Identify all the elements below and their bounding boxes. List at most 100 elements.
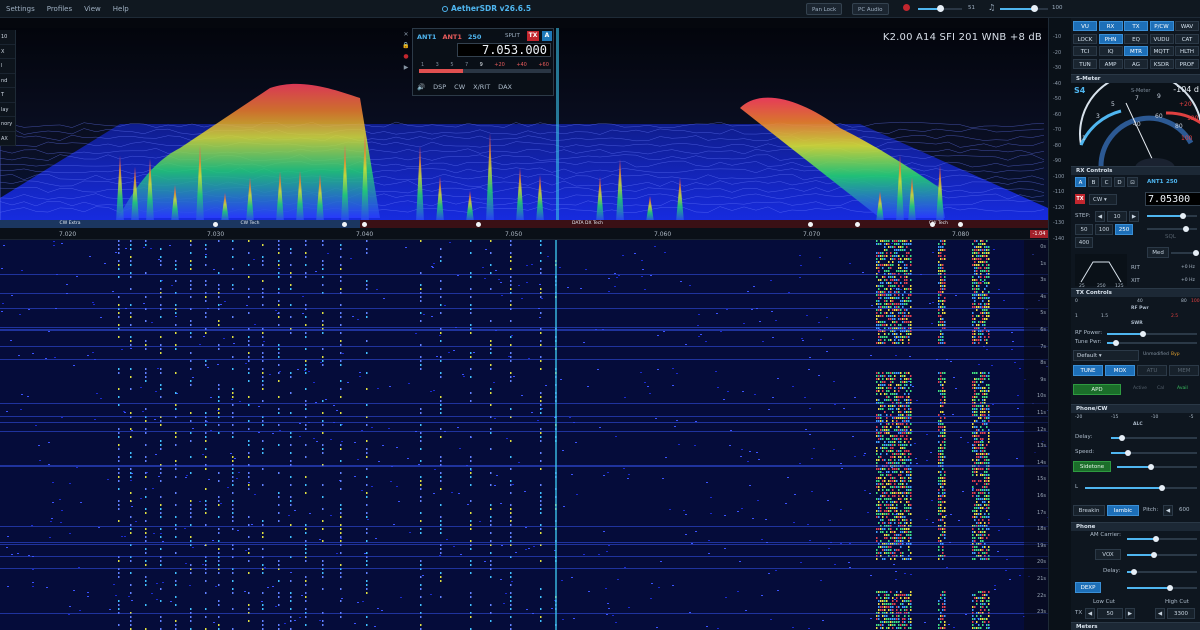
applet-toggle-lock[interactable]: LOCK <box>1073 33 1097 44</box>
left-menu-item[interactable]: T <box>0 88 15 103</box>
applet-toggle-tx[interactable]: TX <box>1124 21 1148 31</box>
filter-400[interactable]: 400 <box>1075 237 1093 248</box>
close-icon[interactable]: ✕ <box>401 31 411 42</box>
cw-delay-slider[interactable] <box>1111 434 1197 441</box>
waterfall[interactable]: 0s 1s 3s 4s 5s 6s 7s 8s 9s 10s 11s 12s 13s 14s 15s 16s 1… <box>0 240 1048 630</box>
filter-width[interactable]: 250 <box>468 33 482 41</box>
vox-level-slider[interactable] <box>1127 551 1197 558</box>
filter-100[interactable]: 100 <box>1095 224 1113 235</box>
tune-button[interactable]: TUNE <box>1073 365 1103 376</box>
xit-label[interactable]: XIT <box>1131 278 1140 284</box>
pc-audio-button[interactable]: PC Audio <box>852 3 889 15</box>
lock-icon[interactable]: 🔒 <box>401 42 411 53</box>
applet-toggle-phn[interactable]: PHN <box>1098 33 1123 44</box>
lock-icon[interactable]: ⊡ <box>1127 177 1138 187</box>
left-menu-item[interactable]: l <box>0 59 15 74</box>
left-menu-item[interactable]: nd <box>0 74 15 88</box>
high-cut-down[interactable]: ◀ <box>1155 608 1165 619</box>
menu-settings[interactable]: Settings <box>0 5 41 13</box>
applet-toggle-pcw[interactable]: P/CW <box>1149 21 1174 31</box>
menu-help[interactable]: Help <box>107 5 135 13</box>
dexp-button[interactable]: DEXP <box>1075 582 1101 593</box>
sidetone-pan-slider[interactable] <box>1085 484 1197 491</box>
rf-power-slider[interactable] <box>1107 330 1197 337</box>
master-volume-slider[interactable] <box>918 5 962 12</box>
pan-lock-button[interactable]: Pan Lock <box>806 3 843 15</box>
applet-toggle-vu[interactable]: VU <box>1073 21 1097 31</box>
left-menu-item[interactable]: X <box>0 45 15 59</box>
tune-power-slider[interactable] <box>1107 339 1197 346</box>
mox-button[interactable]: MOX <box>1105 365 1135 376</box>
applet-toggle-tci[interactable]: TCI <box>1073 46 1097 56</box>
applet-toggle-tun[interactable]: TUN <box>1073 58 1097 69</box>
headphone-icon[interactable]: ♫ <box>988 3 995 12</box>
tab-xrit[interactable]: X/RIT <box>473 83 490 91</box>
low-cut-down[interactable]: ◀ <box>1085 608 1095 619</box>
rit-label[interactable]: RIT <box>1131 265 1140 271</box>
high-cut-value[interactable]: 3300 <box>1167 608 1195 619</box>
rx-frequency[interactable]: 7.05300 <box>1145 192 1200 206</box>
filter-250[interactable]: 250 <box>1115 224 1133 235</box>
tx-indicator[interactable]: TX <box>1075 194 1085 204</box>
cw-speed-slider[interactable] <box>1111 449 1197 456</box>
applet-toggle-mqtt[interactable]: MQTT <box>1149 46 1174 56</box>
am-carrier-slider[interactable] <box>1127 535 1197 542</box>
agc-threshold-slider[interactable] <box>1171 249 1199 256</box>
applet-toggle-prof[interactable]: PROF <box>1175 58 1199 69</box>
split-button[interactable]: SPLIT <box>505 33 520 39</box>
tab-dsp[interactable]: DSP <box>433 83 446 91</box>
tx-antenna[interactable]: ANT1 <box>442 33 461 41</box>
low-cut-value[interactable]: 50 <box>1097 608 1123 619</box>
applet-toggle-ag[interactable]: AG <box>1124 58 1148 69</box>
tab-cw[interactable]: CW <box>454 83 465 91</box>
atu-button[interactable]: ATU <box>1137 365 1167 376</box>
slice-frequency[interactable]: 7.053.000 <box>457 43 551 57</box>
iambic-button[interactable]: Iambic <box>1107 505 1139 516</box>
applet-toggle-wav[interactable]: WAV <box>1175 21 1199 31</box>
frequency-scale[interactable]: 7.020 7.030 7.040 7.050 7.060 7.070 7.08… <box>0 228 1048 240</box>
rx-antenna[interactable]: ANT1 <box>1147 179 1163 185</box>
af-gain-slider[interactable] <box>1147 212 1197 219</box>
slice-b-tab[interactable]: B <box>1088 177 1099 187</box>
applet-toggle-cat[interactable]: CAT <box>1175 33 1199 44</box>
speaker-mute-icon[interactable] <box>903 4 910 11</box>
applet-toggle-amp[interactable]: AMP <box>1098 58 1123 69</box>
pitch-down-button[interactable]: ◀ <box>1163 505 1173 516</box>
tab-dax[interactable]: DAX <box>498 83 512 91</box>
applet-toggle-mtr[interactable]: MTR <box>1124 46 1148 56</box>
sidetone-level-slider[interactable] <box>1117 463 1197 470</box>
speaker-icon[interactable]: 🔊 <box>417 83 425 91</box>
left-menu-item[interactable]: lay <box>0 103 15 117</box>
step-down-button[interactable]: ◀ <box>1095 211 1105 222</box>
rx-antenna[interactable]: ANT1 <box>417 33 436 41</box>
mode-select[interactable]: CW ▾ <box>1089 194 1117 205</box>
sidetone-button[interactable]: Sidetone <box>1073 461 1111 472</box>
applet-toggle-iq[interactable]: IQ <box>1098 46 1123 56</box>
squelch-slider[interactable] <box>1147 225 1197 232</box>
menu-profiles[interactable]: Profiles <box>41 5 78 13</box>
breakin-button[interactable]: Breakin <box>1073 505 1105 516</box>
headphone-volume-slider[interactable] <box>1000 5 1048 12</box>
low-cut-up[interactable]: ▶ <box>1125 608 1135 619</box>
scale-badge[interactable]: -1.04 <box>1030 230 1048 238</box>
filter-50[interactable]: 50 <box>1075 224 1093 235</box>
slice-flag[interactable]: ✕ 🔒 ● ▶ ANT1 ANT1 250 SPLIT TX A 7.053.0… <box>402 28 554 96</box>
vox-button[interactable]: VOX <box>1095 549 1121 560</box>
bypass-label[interactable]: Byp <box>1171 352 1180 357</box>
left-menu-item[interactable]: AX <box>0 132 15 146</box>
vox-delay-slider[interactable] <box>1127 568 1197 575</box>
applet-toggle-eq[interactable]: EQ <box>1124 33 1148 44</box>
left-menu-item[interactable]: nory <box>0 117 15 132</box>
slice-d-tab[interactable]: D <box>1114 177 1125 187</box>
menu-view[interactable]: View <box>78 5 107 13</box>
agc-select[interactable]: Med <box>1147 247 1169 258</box>
applet-toggle-hlth[interactable]: HLTH <box>1175 46 1199 56</box>
play-icon[interactable]: ▶ <box>401 64 411 75</box>
tx-button[interactable]: TX <box>527 31 539 41</box>
step-up-button[interactable]: ▶ <box>1129 211 1139 222</box>
rx-filter[interactable]: 250 <box>1166 179 1177 185</box>
applet-toggle-ksdr[interactable]: KSDR <box>1149 58 1174 69</box>
applet-toggle-vudu[interactable]: VUDU <box>1149 33 1174 44</box>
left-menu-item[interactable]: 10 <box>0 30 15 45</box>
slice-c-tab[interactable]: C <box>1101 177 1112 187</box>
